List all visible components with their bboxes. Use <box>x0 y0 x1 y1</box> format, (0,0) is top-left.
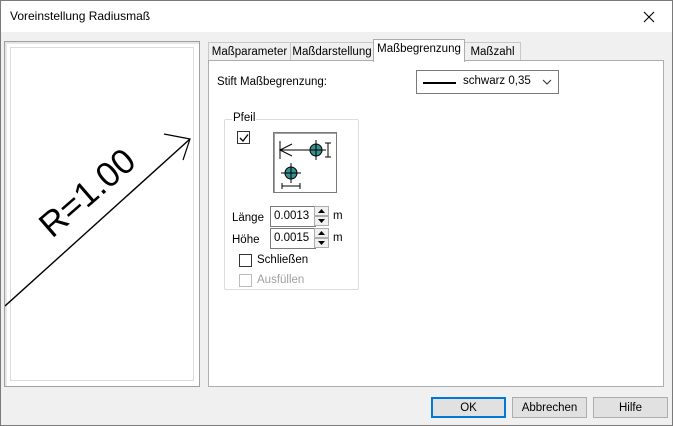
pen-label: Stift Maßbegrenzung: <box>217 76 327 88</box>
fill-arrow-label: Ausfüllen <box>257 274 305 286</box>
height-label: Höhe <box>232 234 260 246</box>
ok-button[interactable]: OK <box>431 397 506 418</box>
length-label: Länge <box>232 212 264 224</box>
length-increment-button[interactable] <box>314 206 329 216</box>
tab-massbegrenzung[interactable]: Maßbegrenzung <box>373 39 465 62</box>
length-input[interactable]: 0.0013 <box>270 206 316 227</box>
tab-masszahl[interactable]: Maßzahl <box>464 42 521 61</box>
caret-up-icon <box>318 209 325 213</box>
pen-select-value: schwarz 0,35 <box>463 75 531 87</box>
length-stepper <box>314 206 329 227</box>
preview-dimension-text: R=1.00 <box>32 141 144 245</box>
caret-down-icon <box>318 241 325 245</box>
chevron-down-icon <box>542 79 552 85</box>
height-stepper <box>314 228 329 249</box>
close-arrow-label[interactable]: Schließen <box>257 254 308 266</box>
title-bar: Voreinstellung Radiusmaß <box>1 1 672 32</box>
radius-dimension-preview: R=1.00 <box>5 133 191 307</box>
arrow-group-legend: Pfeil <box>232 112 257 124</box>
window-title: Voreinstellung Radiusmaß <box>10 9 151 23</box>
help-button[interactable]: Hilfe <box>593 397 668 418</box>
close-button[interactable] <box>626 1 672 32</box>
height-increment-button[interactable] <box>314 228 329 238</box>
height-input[interactable]: 0.0015 <box>270 228 316 249</box>
checkmark-icon <box>239 134 249 142</box>
cancel-button[interactable]: Abbrechen <box>512 397 587 418</box>
fill-arrow-checkbox[interactable] <box>239 274 252 287</box>
tab-panel: Stift Maßbegrenzung: schwarz 0,35 Pfeil <box>208 60 664 387</box>
arrow-symbol-icon <box>278 140 331 189</box>
caret-down-icon <box>318 219 325 223</box>
arrow-enable-checkbox[interactable] <box>237 131 250 144</box>
height-unit: m <box>333 232 343 244</box>
pen-select[interactable]: schwarz 0,35 <box>416 70 559 94</box>
close-icon <box>643 11 655 22</box>
close-arrow-checkbox[interactable] <box>239 254 252 267</box>
length-decrement-button[interactable] <box>314 216 329 226</box>
tab-massdarstellung[interactable]: Maßdarstellung <box>290 42 374 61</box>
preview-pane: R=1.00 <box>4 41 200 387</box>
height-decrement-button[interactable] <box>314 238 329 248</box>
arrow-type-selector[interactable] <box>273 132 337 193</box>
arrow-group: Pfeil Länge 0.0013 m Höhe 0.0015 m Schli… <box>224 112 359 290</box>
tab-massparameter[interactable]: Maßparameter <box>208 42 291 61</box>
dialog-window: Voreinstellung Radiusmaß R=1.00 Maßparam… <box>0 0 673 426</box>
caret-up-icon <box>318 231 325 235</box>
length-unit: m <box>333 210 343 222</box>
pen-line-sample <box>423 82 456 84</box>
